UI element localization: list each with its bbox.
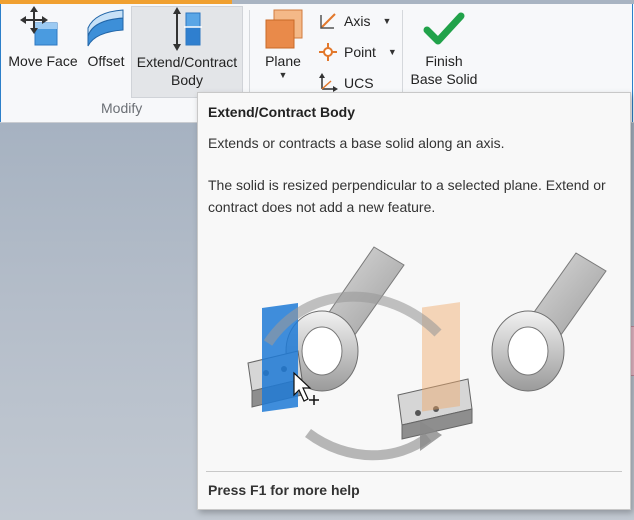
finish-label-2: Base Solid xyxy=(410,71,478,87)
point-icon xyxy=(319,43,337,61)
extend-contract-label-1: Extend/Contract xyxy=(136,54,238,70)
tooltip-popup: Extend/Contract Body Extends or contract… xyxy=(197,92,631,510)
ucs-label: UCS xyxy=(344,75,374,91)
plane-dropdown-caret[interactable]: ▼ xyxy=(279,70,288,80)
extend-contract-body-button[interactable]: Extend/Contract Body xyxy=(131,6,243,98)
tooltip-illustration xyxy=(247,246,607,461)
extend-contract-label-2: Body xyxy=(171,72,203,88)
move-face-icon xyxy=(20,6,58,46)
offset-label: Offset xyxy=(87,53,125,69)
extend-contract-icon xyxy=(173,7,202,51)
plane-icon xyxy=(265,9,303,49)
checkmark-icon xyxy=(423,12,465,45)
tooltip-title: Extend/Contract Body xyxy=(208,104,356,120)
plane-label: Plane xyxy=(265,53,301,69)
point-label: Point xyxy=(344,44,376,60)
ucs-button[interactable]: UCS xyxy=(318,72,374,94)
move-face-label: Move Face xyxy=(8,53,78,69)
move-face-button[interactable]: Move Face xyxy=(5,6,81,98)
ucs-icon xyxy=(319,73,338,92)
plane-button[interactable]: Plane ▼ xyxy=(256,6,310,98)
offset-button[interactable]: Offset xyxy=(83,6,129,98)
right-part-graphic xyxy=(397,252,607,440)
point-dropdown-caret[interactable]: ▼ xyxy=(388,47,397,57)
axis-icon xyxy=(320,13,336,29)
tooltip-description: Extends or contracts a base solid along … xyxy=(208,135,505,151)
axis-label: Axis xyxy=(344,13,371,29)
left-part-graphic xyxy=(247,246,405,413)
ribbon-left-edge xyxy=(0,4,1,122)
offset-icon xyxy=(87,9,124,47)
tooltip-divider xyxy=(206,471,622,472)
axis-button[interactable]: Axis ▼ xyxy=(318,10,391,32)
tooltip-detail: The solid is resized perpendicular to a … xyxy=(208,177,606,215)
axis-dropdown-caret[interactable]: ▼ xyxy=(382,16,391,26)
finish-label-1: Finish xyxy=(425,53,463,69)
modify-group-label: Modify xyxy=(101,100,143,116)
tooltip-help-hint: Press F1 for more help xyxy=(208,482,360,498)
ribbon-right-edge xyxy=(632,4,633,122)
finish-base-solid-button[interactable]: Finish Base Solid xyxy=(406,6,482,98)
point-button[interactable]: Point ▼ xyxy=(318,41,397,63)
